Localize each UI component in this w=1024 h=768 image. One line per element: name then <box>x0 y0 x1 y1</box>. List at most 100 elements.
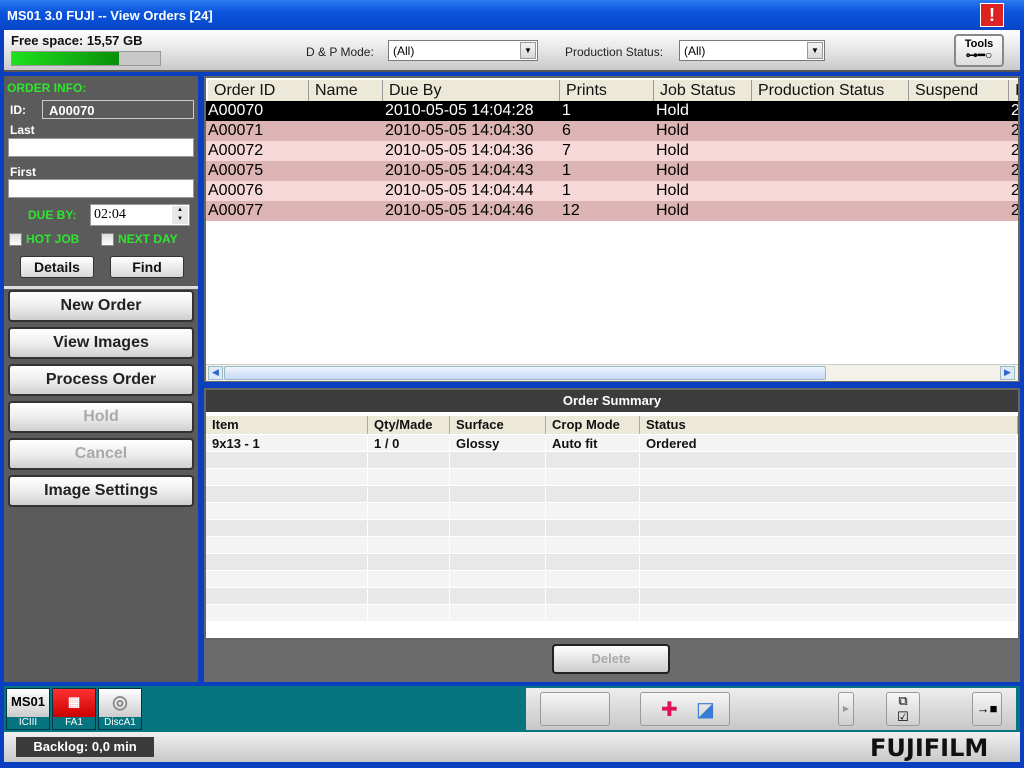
action-button-new-order[interactable]: New Order <box>8 290 194 322</box>
hot-job-label: HOT JOB <box>26 232 80 246</box>
summary-row[interactable] <box>206 588 1018 605</box>
exit-icon[interactable]: →■ <box>972 692 1002 726</box>
summary-cell-qty <box>368 572 450 588</box>
action-button-image-settings[interactable]: Image Settings <box>8 475 194 507</box>
summary-cell-crop <box>546 555 640 571</box>
due-by-time-input[interactable]: 02:04 ▲ ▼ <box>90 204 190 226</box>
exclamation-icon[interactable]: ! <box>980 3 1004 27</box>
summary-row[interactable] <box>206 537 1018 554</box>
summary-cell-surface <box>450 487 546 503</box>
table-row[interactable]: A00070 2010-05-05 14:04:28 1 Hold 2 <box>206 101 1018 121</box>
order-summary-panel: Order Summary Item Qty/Made Surface Crop Mo… <box>204 388 1020 640</box>
device-ms01[interactable]: MS01 ICIII <box>6 688 50 730</box>
summary-cell-item <box>206 589 368 605</box>
image-transfer-icon[interactable]: ✚ ◪ <box>640 692 730 726</box>
summary-row[interactable] <box>206 486 1018 503</box>
summary-cell-surface <box>450 504 546 520</box>
column-header[interactable]: I <box>1009 80 1018 102</box>
summary-cell-surface <box>450 470 546 486</box>
summary-cell-surface <box>450 521 546 537</box>
cell-last: 2 <box>1011 102 1020 119</box>
delete-button[interactable]: Delete <box>552 644 670 674</box>
summary-cell-crop <box>546 538 640 554</box>
window-title: MS01 3.0 FUJI -- View Orders [24] <box>7 8 213 23</box>
summary-column-header[interactable]: Status <box>640 416 1018 434</box>
dp-mode-select[interactable]: (All) ▼ <box>388 40 538 61</box>
summary-row[interactable] <box>206 605 1018 622</box>
cell-id: A00072 <box>208 142 264 159</box>
time-spinner[interactable]: ▲ ▼ <box>172 206 188 224</box>
orders-table: Order ID Name Due By Prints Job Status Produc… <box>204 76 1020 382</box>
device-fa1[interactable]: ▦ FA1 <box>52 688 96 730</box>
summary-row[interactable] <box>206 452 1018 469</box>
cell-id: A00071 <box>208 122 264 139</box>
scroll-right-icon[interactable]: ▶ <box>1000 366 1015 380</box>
cell-id: A00076 <box>208 182 264 199</box>
summary-cell-surface <box>450 572 546 588</box>
summary-cell-qty <box>368 504 450 520</box>
summary-cell-surface <box>450 606 546 622</box>
edit-order-icon[interactable] <box>540 692 610 726</box>
find-button[interactable]: Find <box>110 256 184 278</box>
summary-column-header[interactable]: Surface <box>450 416 546 434</box>
production-status-select[interactable]: (All) ▼ <box>679 40 825 61</box>
wrench-icon: ⊶━○ <box>965 48 993 62</box>
free-space-label: Free space: 15,57 GB <box>11 33 143 48</box>
table-row[interactable]: A00075 2010-05-05 14:04:43 1 Hold 2 <box>206 161 1018 181</box>
device-disca1[interactable]: ◎ DiscA1 <box>98 688 142 730</box>
cell-prints: 1 <box>562 182 571 199</box>
table-row[interactable]: A00076 2010-05-05 14:04:44 1 Hold 2 <box>206 181 1018 201</box>
cell-due: 2010-05-05 14:04:46 <box>385 202 534 219</box>
last-label: Last <box>10 123 35 137</box>
summary-cell-surface <box>450 589 546 605</box>
action-button-view-images[interactable]: View Images <box>8 327 194 359</box>
scroll-right-icon[interactable]: ▶ <box>838 692 854 726</box>
action-button-process-order[interactable]: Process Order <box>8 364 194 396</box>
scroll-left-icon[interactable]: ◀ <box>208 366 223 380</box>
summary-cell-status <box>640 606 1018 622</box>
table-row[interactable]: A00071 2010-05-05 14:04:30 6 Hold 2 <box>206 121 1018 141</box>
column-header[interactable]: Suspend <box>909 80 1009 102</box>
tools-button[interactable]: Tools ⊶━○ <box>954 34 1004 67</box>
summary-column-header[interactable]: Item <box>206 416 368 434</box>
column-header[interactable]: Name <box>309 80 383 102</box>
summary-cell-item <box>206 555 368 571</box>
table-row[interactable]: A00072 2010-05-05 14:04:36 7 Hold 2 <box>206 141 1018 161</box>
column-header[interactable]: Job Status <box>654 80 752 102</box>
last-name-input[interactable] <box>8 138 194 157</box>
first-name-input[interactable] <box>8 179 194 198</box>
summary-column-header[interactable]: Crop Mode <box>546 416 640 434</box>
hot-job-checkbox[interactable] <box>9 233 22 246</box>
window-list-icon[interactable]: ⧉ ☑ <box>886 692 920 726</box>
next-day-checkbox[interactable] <box>101 233 114 246</box>
summary-column-header[interactable]: Qty/Made <box>368 416 450 434</box>
summary-row[interactable] <box>206 554 1018 571</box>
column-header[interactable]: Production Status <box>752 80 909 102</box>
details-button[interactable]: Details <box>20 256 94 278</box>
action-button-cancel[interactable]: Cancel <box>8 438 194 470</box>
chevron-down-icon[interactable]: ▼ <box>807 42 823 59</box>
summary-row[interactable] <box>206 469 1018 486</box>
chevron-down-icon[interactable]: ▼ <box>520 42 536 59</box>
production-status-label: Production Status: <box>565 45 664 59</box>
summary-cell-qty <box>368 470 450 486</box>
summary-cell-surface <box>450 538 546 554</box>
summary-row[interactable] <box>206 503 1018 520</box>
column-header[interactable]: Due By <box>383 80 560 102</box>
summary-cell-status <box>640 521 1018 537</box>
table-row[interactable]: A00077 2010-05-05 14:04:46 12 Hold 2 <box>206 201 1018 221</box>
horizontal-scrollbar[interactable]: ◀ ▶ <box>206 364 1018 381</box>
summary-cell-qty <box>368 555 450 571</box>
action-button-hold[interactable]: Hold <box>8 401 194 433</box>
summary-row[interactable] <box>206 571 1018 588</box>
column-header[interactable]: Prints <box>560 80 654 102</box>
summary-row[interactable] <box>206 520 1018 537</box>
cell-last: 2 <box>1011 182 1020 199</box>
column-header[interactable]: Order ID <box>208 80 309 102</box>
device-caption: FA1 <box>65 717 83 728</box>
summary-row[interactable]: 9x13 - 11 / 0 Glossy Auto fit Ordered <box>206 435 1018 452</box>
scrollbar-thumb[interactable] <box>224 366 826 380</box>
summary-cell-status <box>640 453 1018 469</box>
backlog-label: Backlog: 0,0 min <box>16 737 154 757</box>
fujifilm-logo: FUJIFILM <box>870 734 989 762</box>
